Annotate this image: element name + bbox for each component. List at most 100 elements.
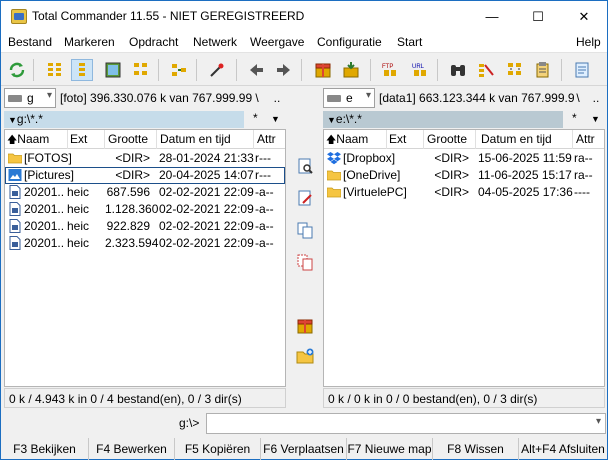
col-date-header[interactable]: Datum en tijd <box>160 132 231 146</box>
edit-file-icon[interactable] <box>294 187 316 209</box>
f5-copy-button[interactable]: F5 Kopiëren <box>175 438 261 460</box>
file-name: [FOTOS] <box>24 151 72 165</box>
column-divider[interactable] <box>386 130 387 149</box>
view-file-icon[interactable] <box>294 155 316 177</box>
file-row[interactable]: 20201.. heic 922.829 02-02-2021 22:09 -a-- <box>5 218 285 235</box>
file-ext: heic <box>67 202 90 216</box>
menu-weergave[interactable]: Weergave <box>250 35 304 49</box>
invert-selection-icon[interactable] <box>206 59 228 81</box>
file-row[interactable]: [FOTOS] <DIR> 28-01-2024 21:33 r--- <box>5 150 285 167</box>
left-root-button[interactable]: \ <box>251 88 263 108</box>
move-files-icon[interactable] <box>294 251 316 273</box>
f4-edit-button[interactable]: F4 Bewerken <box>89 438 175 460</box>
notepad-icon[interactable] <box>532 59 554 81</box>
sync-dirs-icon[interactable] <box>504 59 526 81</box>
ftp-connect-icon[interactable]: FTP <box>379 59 401 81</box>
pack-files-icon[interactable] <box>312 59 334 81</box>
brief-view-icon[interactable] <box>44 59 66 81</box>
column-divider[interactable] <box>104 130 105 149</box>
file-attr: -a-- <box>255 236 274 250</box>
menu-start[interactable]: Start <box>397 35 422 49</box>
left-column-header: 🡅Naam Ext Grootte Datum en tijd Attr <box>5 130 285 149</box>
file-row[interactable]: [Dropbox] <DIR> 15-06-2025 11:59 ra-- <box>324 150 604 167</box>
minimize-button[interactable]: — <box>469 1 515 32</box>
file-row[interactable]: [OneDrive] <DIR> 11-06-2025 15:17 ra-- <box>324 167 604 184</box>
pack-icon[interactable] <box>294 315 316 337</box>
file-icon <box>8 185 22 199</box>
right-up-button[interactable]: .. <box>589 88 603 108</box>
menu-bestand[interactable]: Bestand <box>8 35 52 49</box>
file-row[interactable]: 20201.. heic 687.596 02-02-2021 22:09 -a-- <box>5 184 285 201</box>
url-download-icon[interactable]: URL <box>409 59 431 81</box>
file-ext: heic <box>67 185 90 199</box>
menu-netwerk[interactable]: Netwerk <box>193 35 237 49</box>
left-filter-button[interactable]: * <box>253 111 258 128</box>
command-line-input[interactable]: ▾ <box>206 413 606 434</box>
file-row[interactable]: 20201.. heic 2.323.594 02-02-2021 22:09 -a-- <box>5 235 285 252</box>
col-name-header[interactable]: 🡅Naam <box>326 132 368 150</box>
col-size-header[interactable]: Grootte <box>108 132 148 146</box>
column-divider[interactable] <box>67 130 68 149</box>
chevron-down-icon[interactable]: ▾ <box>596 416 601 427</box>
col-name-header[interactable]: 🡅Naam <box>7 132 49 150</box>
file-name: [Dropbox] <box>343 151 396 165</box>
right-root-button[interactable]: \ <box>572 88 584 108</box>
column-divider[interactable] <box>253 130 254 149</box>
file-row[interactable]: [Pictures] <DIR> 20-04-2025 14:07 r--- <box>5 167 285 184</box>
left-drive-select[interactable]: g ▾ <box>4 88 56 108</box>
column-divider[interactable] <box>423 130 424 149</box>
folder-icon <box>7 151 23 165</box>
right-filter-button[interactable]: * <box>572 111 577 128</box>
toolbar-separator <box>236 59 237 81</box>
full-view-icon[interactable] <box>71 59 93 81</box>
menu-markeren[interactable]: Markeren <box>64 35 115 49</box>
copy-files-icon[interactable] <box>294 219 316 241</box>
col-attr-header[interactable]: Attr <box>257 132 276 146</box>
left-path-bar[interactable]: ▼g:\*.* <box>4 111 244 128</box>
close-button[interactable]: ✕ <box>561 1 607 32</box>
column-divider[interactable] <box>572 130 573 149</box>
right-file-panel[interactable]: 🡅Naam Ext Grootte Datum en tijd Attr [Dr… <box>323 129 605 387</box>
file-row[interactable]: 20201.. heic 1.128.360 02-02-2021 22:09 -a-- <box>5 201 285 218</box>
file-attr: r--- <box>255 151 271 165</box>
menu-configuratie[interactable]: Configuratie <box>317 35 382 49</box>
f3-view-button[interactable]: F3 Bekijken <box>1 438 89 460</box>
left-drive-letter: g <box>27 91 34 105</box>
file-size: <DIR> <box>434 151 469 165</box>
search-binoculars-icon[interactable] <box>447 59 469 81</box>
alt-f4-exit-button[interactable]: Alt+F4 Afsluiten <box>519 438 607 460</box>
f7-new-folder-button[interactable]: F7 Nieuwe map <box>347 438 433 460</box>
forward-arrow-icon[interactable] <box>273 59 295 81</box>
left-file-panel[interactable]: 🡅Naam Ext Grootte Datum en tijd Attr [FO… <box>4 129 286 387</box>
menu-help[interactable]: Help <box>576 35 601 49</box>
file-name: 20201.. <box>24 185 65 199</box>
col-ext-header[interactable]: Ext <box>70 132 87 146</box>
toolbar-separator <box>158 59 159 81</box>
notepad-editor-icon[interactable] <box>571 59 593 81</box>
svg-text:FTP: FTP <box>382 64 393 70</box>
maximize-button[interactable]: ☐ <box>515 1 561 32</box>
col-size-header[interactable]: Grootte <box>427 132 467 146</box>
left-up-button[interactable]: .. <box>270 88 284 108</box>
window-title: Total Commander 11.55 - NIET GEREGISTREE… <box>32 9 305 23</box>
new-folder-icon[interactable] <box>294 345 316 367</box>
multi-rename-icon[interactable] <box>475 59 497 81</box>
right-drive-select[interactable]: e ▾ <box>323 88 375 108</box>
col-date-header[interactable]: Datum en tijd <box>481 132 552 146</box>
column-divider[interactable] <box>156 130 157 149</box>
menu-opdracht[interactable]: Opdracht <box>129 35 178 49</box>
column-divider[interactable] <box>475 130 476 149</box>
thumbnail-view-icon[interactable] <box>102 59 124 81</box>
refresh-icon[interactable] <box>6 59 28 81</box>
col-ext-header[interactable]: Ext <box>389 132 406 146</box>
file-row[interactable]: [VirtuelePC] <DIR> 04-05-2025 17:36 ---- <box>324 184 604 201</box>
file-date: 02-02-2021 22:09 <box>159 219 254 233</box>
unpack-files-icon[interactable] <box>340 59 362 81</box>
f8-delete-button[interactable]: F8 Wissen <box>433 438 519 460</box>
right-path-bar[interactable]: ▼e:\*.* <box>323 111 563 128</box>
col-attr-header[interactable]: Attr <box>576 132 595 146</box>
back-arrow-icon[interactable] <box>245 59 267 81</box>
f6-move-button[interactable]: F6 Verplaatsen <box>261 438 347 460</box>
tree-view-icon[interactable] <box>130 59 152 81</box>
compare-folders-icon[interactable] <box>168 59 190 81</box>
